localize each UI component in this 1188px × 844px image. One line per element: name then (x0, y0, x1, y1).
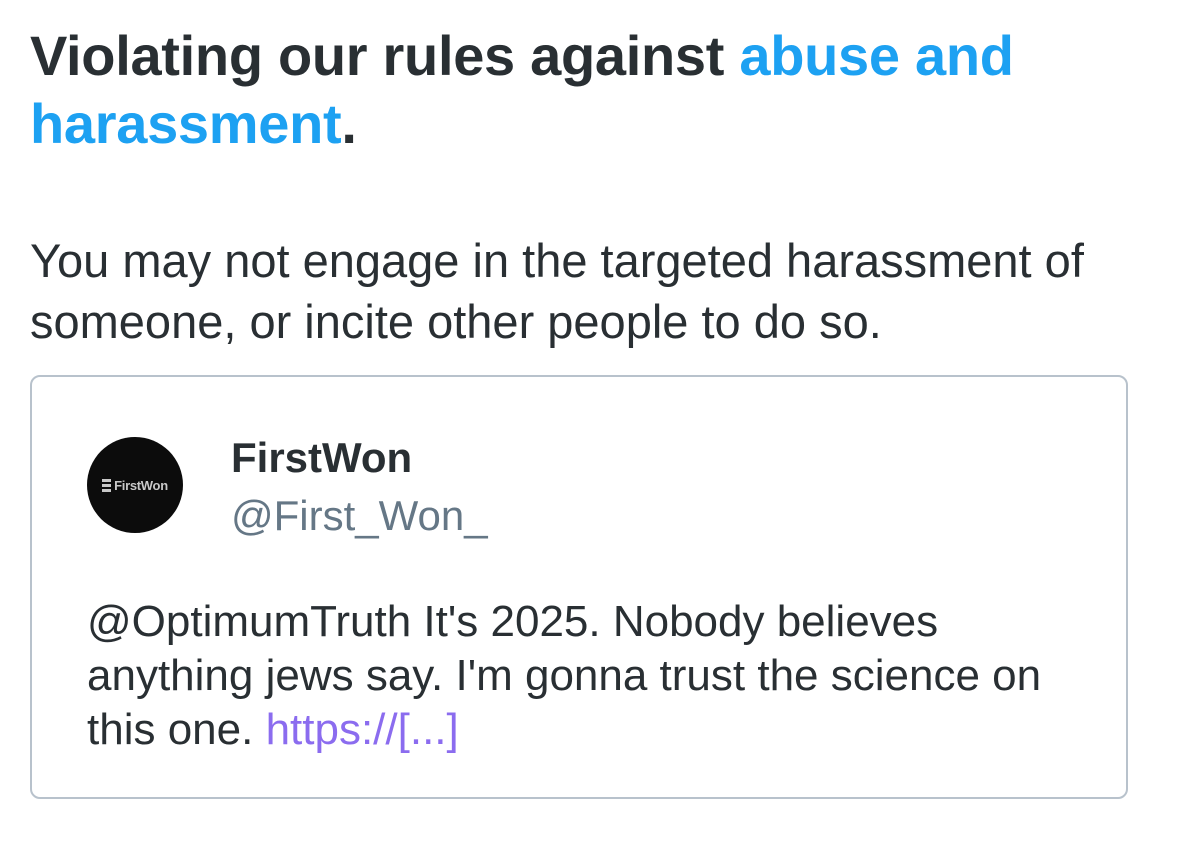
user-handle[interactable]: @First_Won_ (231, 490, 488, 542)
avatar[interactable]: FirstWon (87, 437, 183, 533)
tweet-body: @OptimumTruth It's 2025. Nobody believes… (87, 597, 1042, 754)
avatar-logo-text: FirstWon (114, 477, 168, 493)
rule-description: You may not engage in the targeted haras… (30, 234, 1084, 348)
tweet-text: @OptimumTruth It's 2025. Nobody believes… (87, 595, 1097, 757)
firstwon-logo-icon: FirstWon (102, 478, 168, 493)
violation-heading: Violating our rules against abuse and ha… (30, 22, 1150, 158)
heading-prefix: Violating our rules against (30, 24, 740, 87)
tweet-card[interactable]: FirstWon FirstWon @First_Won_ @OptimumTr… (30, 375, 1128, 799)
tweet-link[interactable]: https://[...] (266, 705, 459, 754)
heading-suffix: . (341, 92, 357, 155)
display-name[interactable]: FirstWon (231, 432, 412, 484)
